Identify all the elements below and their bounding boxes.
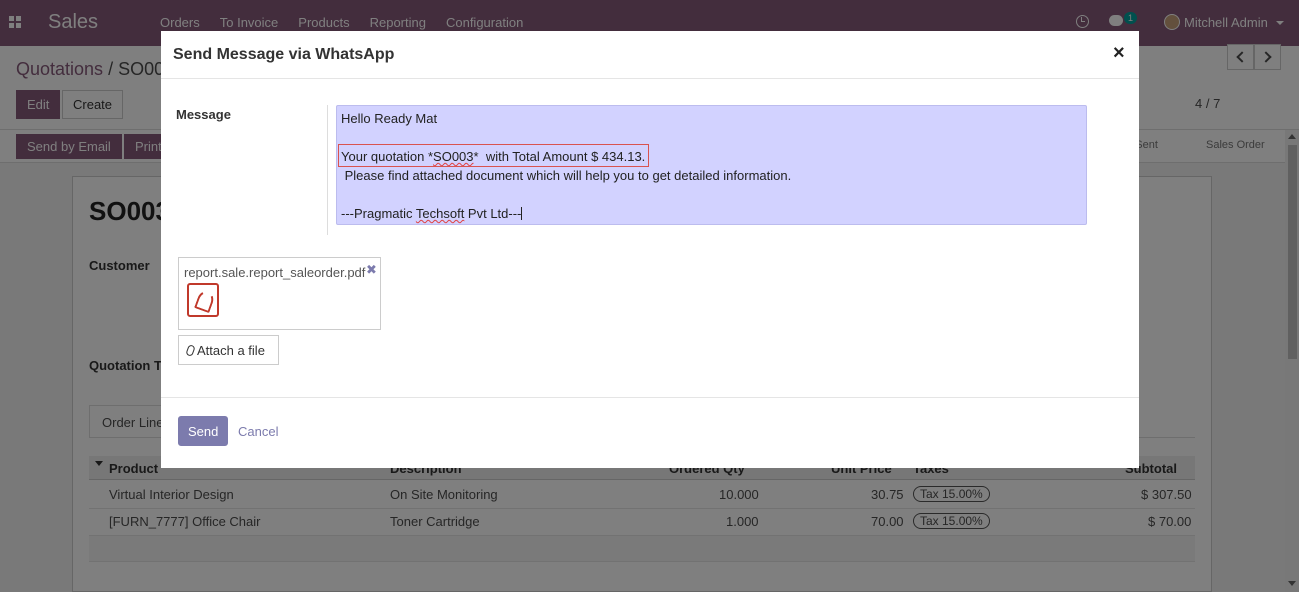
attachment-card[interactable]: report.sale.report_saleorder.pdf ✖ [178,257,381,330]
pdf-file-icon[interactable] [187,283,219,317]
whatsapp-dialog: Send Message via WhatsApp × Message Hell… [161,31,1139,468]
message-text: Techsoft [415,206,465,221]
text-cursor [521,207,523,220]
message-line: Hello Ready Mat [341,111,438,126]
attachment-name[interactable]: report.sale.report_saleorder.pdf [184,265,365,280]
attach-file-button[interactable]: Attach a file [178,335,279,365]
highlight-annotation [338,144,649,167]
message-line: ---Pragmatic Techsoft Pvt Ltd--- [341,206,523,221]
dialog-title: Send Message via WhatsApp [173,46,395,63]
dialog-footer: Send Cancel [161,397,1139,468]
cancel-button[interactable]: Cancel [238,424,278,439]
field-separator [327,105,328,235]
message-line: Please find attached document which will… [341,168,792,183]
message-label: Message [176,107,231,122]
attach-file-label: Attach a file [197,343,265,358]
paperclip-icon [185,344,196,357]
dialog-header: Send Message via WhatsApp × [161,31,1139,79]
message-text: Pvt Ltd--- [464,206,522,221]
message-text: ---Pragmatic [341,206,416,221]
send-button[interactable]: Send [178,416,228,446]
remove-attachment-icon[interactable]: ✖ [366,262,377,278]
close-icon[interactable]: × [1113,42,1125,65]
